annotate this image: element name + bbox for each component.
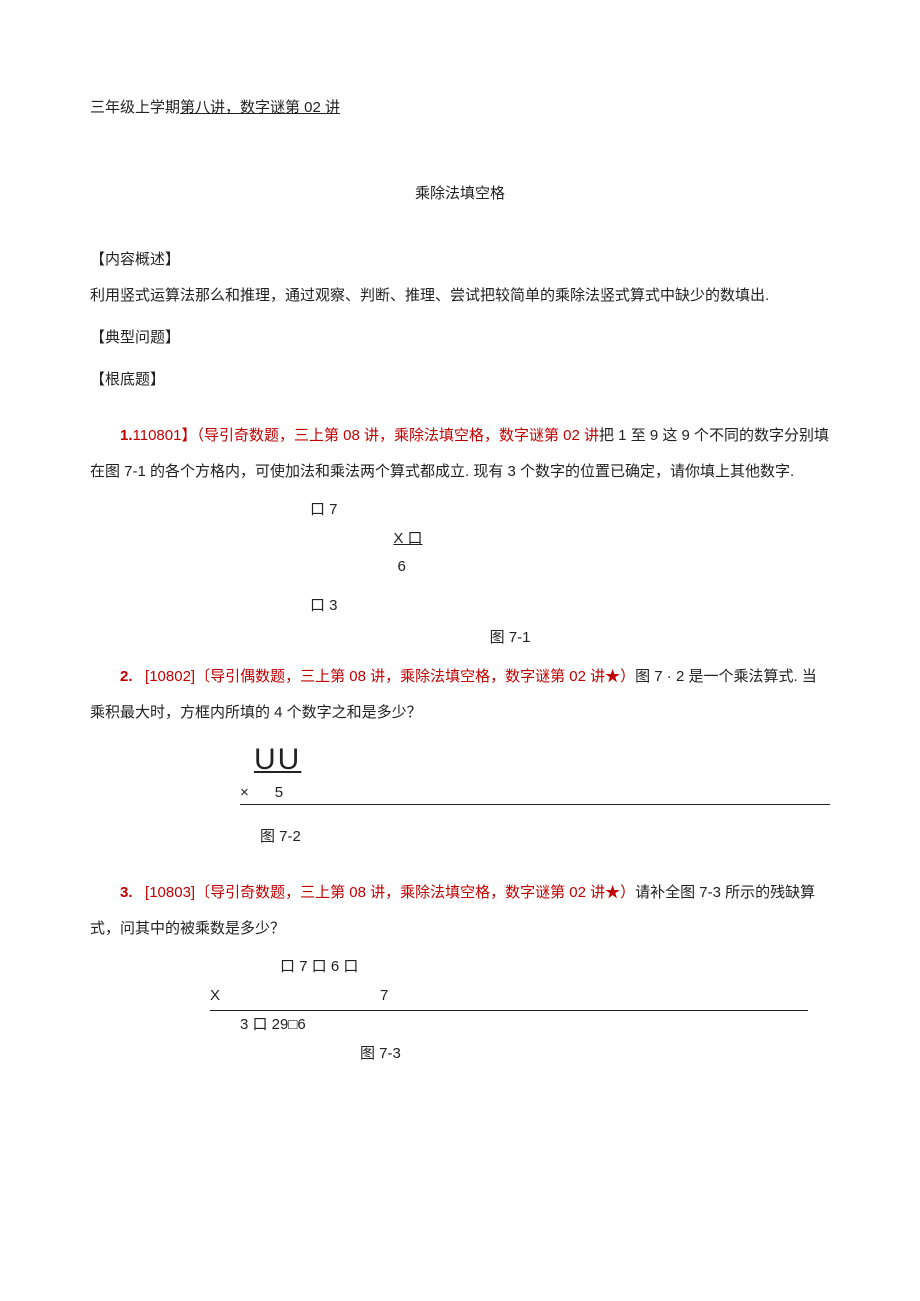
times-sign: × (240, 784, 275, 801)
figure-7-1: 口 7 X 口 6 口 3 图 7-1 (310, 496, 830, 653)
figure-caption: 图 7-2 (260, 819, 830, 855)
typical-label: 【典型问题】 (90, 320, 830, 356)
fig-line: 口 3 (310, 592, 830, 621)
fig-line: 口 7 口 6 口 (280, 953, 830, 982)
problem-number: 1. (120, 427, 133, 444)
problem-number: 2. (120, 668, 133, 685)
figure-caption: 图 7-3 (360, 1040, 830, 1069)
multiplier: 7 (380, 987, 388, 1004)
fig-line: 6 (310, 553, 830, 582)
multiply-row: X7 (210, 982, 808, 1012)
figure-7-3: 口 7 口 6 口 X7 3 口 29□6 图 7-3 (210, 953, 830, 1068)
page-title: 乘除法填空格 (90, 176, 830, 212)
problem-number: 3. (120, 884, 133, 901)
problem-tag: 〔导引奇数题，三上第 08 讲，乘除法填空格，数字谜第 02 讲★） (195, 884, 635, 901)
header-prefix: 三年级上学期 (90, 99, 180, 116)
multiply-row: ×5 (240, 782, 830, 806)
header-underlined: 第八讲，数字谜第 02 讲 (180, 99, 340, 116)
overview-text: 利用竖式运算法那么和推理，通过观察、判断、推理、尝试把较简单的乘除法竖式算式中缺… (90, 278, 830, 314)
result-line: 3 口 29□6 (240, 1011, 830, 1040)
figure-caption: 图 7-1 (190, 624, 830, 653)
problem-tag: （导引奇数题，三上第 08 讲，乘除法填空格，数字谜第 02 讲 (196, 427, 599, 444)
problem-3: 3. [10803]〔导引奇数题，三上第 08 讲，乘除法填空格，数字谜第 02… (90, 875, 830, 947)
box-placeholders: UU (254, 743, 301, 776)
problem-2: 2. [10802]〔导引偶数题，三上第 08 讲，乘除法填空格，数字谜第 02… (90, 659, 830, 731)
multiplier: 5 (275, 784, 283, 801)
problem-code: 110801】 (133, 427, 197, 444)
overview-label: 【内容概述】 (90, 242, 830, 278)
figure-7-2: UU ×5 (240, 737, 830, 806)
basic-label: 【根底题】 (90, 362, 830, 398)
multiply-row: X 口 (393, 530, 422, 547)
problem-tag: 〔导引偶数题，三上第 08 讲，乘除法填空格，数字谜第 02 讲★） (195, 668, 635, 685)
times-sign: X (210, 982, 230, 1011)
problem-code: [10803] (145, 884, 195, 901)
page-header: 三年级上学期第八讲，数字谜第 02 讲 (90, 90, 830, 126)
fig-line: X 口 (310, 525, 830, 554)
fig-line: 口 7 (310, 496, 830, 525)
problem-code: [10802] (145, 668, 195, 685)
problem-1: 1.110801】（导引奇数题，三上第 08 讲，乘除法填空格，数字谜第 02 … (90, 418, 830, 490)
